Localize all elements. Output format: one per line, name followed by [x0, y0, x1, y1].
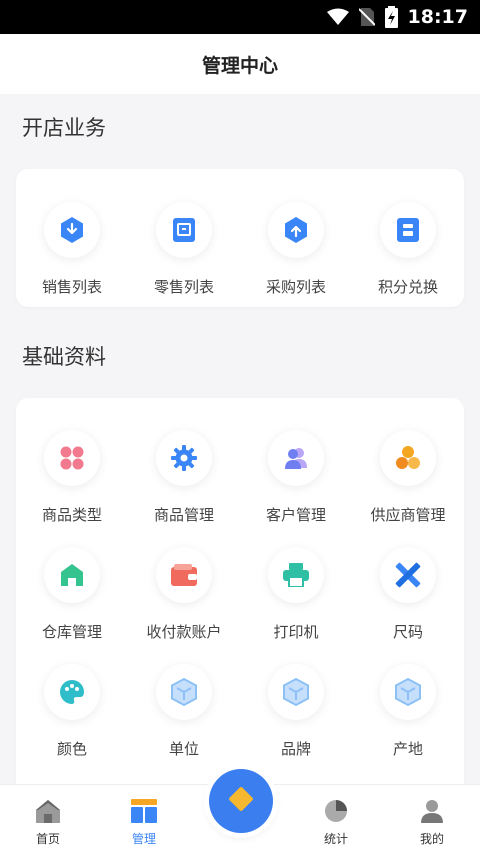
section-title-basic-data: 基础资料 — [22, 345, 106, 369]
category-grid-icon — [44, 430, 100, 486]
menu-item-customer-management[interactable]: 客户管理 — [240, 430, 352, 525]
palette-icon — [44, 664, 100, 720]
menu-item-warehouse-management[interactable]: 仓库管理 — [16, 547, 128, 642]
menu-item-label: 收付款账户 — [146, 623, 222, 641]
upload-hex-icon — [268, 202, 324, 258]
store-business-card: 销售列表 零售列表 采购列表 积分兑换 — [16, 169, 464, 307]
nav-label: 我的 — [419, 832, 444, 846]
page-title: 管理中心 — [201, 54, 278, 77]
supplier-icon — [380, 430, 436, 486]
nav-label: 首页 — [35, 832, 60, 846]
diamond-icon — [226, 784, 256, 818]
menu-item-sales-list[interactable]: 销售列表 — [16, 202, 128, 297]
menu-item-label: 商品管理 — [153, 506, 214, 524]
menu-item-label: 仓库管理 — [41, 623, 102, 641]
menu-item-size[interactable]: 尺码 — [352, 547, 464, 642]
menu-item-product-management[interactable]: 商品管理 — [128, 430, 240, 525]
points-doc-icon — [380, 202, 436, 258]
menu-item-label: 客户管理 — [265, 506, 326, 524]
download-hex-icon — [44, 202, 100, 258]
status-time: 18:17 — [407, 6, 468, 28]
menu-item-label: 积分兑换 — [377, 278, 438, 296]
menu-item-label: 销售列表 — [41, 278, 102, 296]
menu-item-unit[interactable]: 单位 — [128, 664, 240, 759]
customers-icon — [268, 430, 324, 486]
title-bar: 管理中心 — [0, 34, 480, 94]
basic-data-card: 商品类型 商品管理 客户管理 供应商管理 仓库管理 收付款账户 打印机 尺码 颜… — [16, 398, 464, 798]
printer-icon — [268, 547, 324, 603]
menu-item-label: 零售列表 — [153, 278, 214, 296]
nav-label: 统计 — [323, 832, 348, 846]
menu-item-retail-list[interactable]: 零售列表 — [128, 202, 240, 297]
retail-doc-icon — [156, 202, 212, 258]
menu-item-label: 单位 — [168, 740, 199, 758]
warehouse-icon — [44, 547, 100, 603]
menu-item-label: 品牌 — [280, 740, 311, 758]
menu-item-product-category[interactable]: 商品类型 — [16, 430, 128, 525]
no-sim-icon — [358, 7, 375, 27]
home-icon — [35, 799, 61, 827]
wifi-icon — [326, 8, 349, 26]
nav-home[interactable]: 首页 — [0, 785, 96, 855]
user-icon — [420, 799, 444, 827]
menu-item-label: 商品类型 — [41, 506, 102, 524]
cube-icon — [156, 664, 212, 720]
stats-pie-icon — [324, 799, 348, 827]
cube-icon — [268, 664, 324, 720]
status-bar: 18:17 — [0, 0, 480, 34]
nav-label: 管理 — [131, 832, 156, 846]
manage-icon — [131, 799, 157, 827]
menu-item-brand[interactable]: 品牌 — [240, 664, 352, 759]
nav-mine[interactable]: 我的 — [384, 785, 480, 855]
menu-item-points-exchange[interactable]: 积分兑换 — [352, 202, 464, 297]
menu-item-label: 供应商管理 — [370, 506, 446, 524]
menu-item-supplier-management[interactable]: 供应商管理 — [352, 430, 464, 525]
menu-item-label: 打印机 — [273, 623, 319, 641]
center-action-button[interactable] — [209, 769, 273, 833]
menu-item-payment-accounts[interactable]: 收付款账户 — [128, 547, 240, 642]
nav-manage[interactable]: 管理 — [96, 785, 192, 855]
section-title-store-business: 开店业务 — [22, 116, 106, 140]
menu-item-label: 尺码 — [392, 623, 423, 641]
menu-item-origin[interactable]: 产地 — [352, 664, 464, 759]
menu-item-label: 采购列表 — [265, 278, 326, 296]
menu-item-color[interactable]: 颜色 — [16, 664, 128, 759]
gear-icon — [156, 430, 212, 486]
nav-stats[interactable]: 统计 — [288, 785, 384, 855]
ruler-pencil-icon — [380, 547, 436, 603]
menu-item-label: 产地 — [392, 740, 423, 758]
cube-icon — [380, 664, 436, 720]
battery-charging-icon — [384, 6, 398, 28]
menu-item-printer[interactable]: 打印机 — [240, 547, 352, 642]
wallet-icon — [156, 547, 212, 603]
menu-item-label: 颜色 — [56, 740, 87, 758]
menu-item-purchase-list[interactable]: 采购列表 — [240, 202, 352, 297]
